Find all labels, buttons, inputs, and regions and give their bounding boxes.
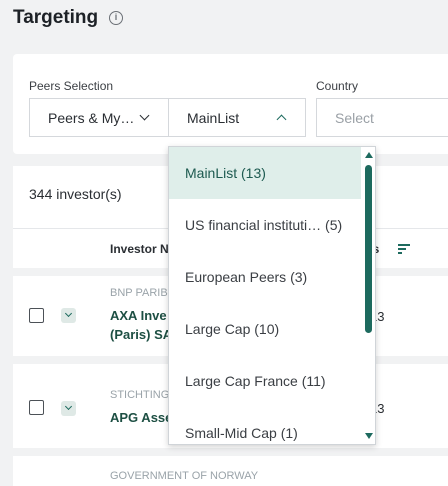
sort-icon[interactable] [398,244,410,254]
filter-panel: Peers Selection Peers & My… MainList Cou… [13,54,448,154]
investor-name-line: APG Asse [110,410,173,425]
page-title: Targeting [13,7,99,28]
row-checkbox[interactable] [29,308,44,323]
row-checkbox[interactable] [29,400,44,415]
chevron-down-icon [134,107,156,129]
parent-organization: BNP PARIB [110,287,168,299]
country-label: Country [316,79,359,93]
page-header: Targeting i [0,0,448,40]
country-select[interactable]: Select [316,98,448,137]
investor-count: 344 investor(s) [29,186,122,202]
peers-selection-value: Peers & My… [48,109,134,126]
parent-organization: GOVERNMENT OF NORWAY [110,470,259,482]
menu-item-large-cap[interactable]: Large Cap (10) [169,303,361,355]
investor-name-link[interactable]: AXA Inve (Paris) SA [110,306,172,344]
menu-scrollbar[interactable] [363,147,375,444]
country-placeholder: Select [335,109,374,126]
menu-item-us-financial[interactable]: US financial instituti… (5) [169,199,361,251]
parent-organization: STICHTING [110,389,170,401]
expand-chevron-icon[interactable] [61,401,76,416]
investor-name-line: (Paris) SA [110,327,173,342]
menu-item-large-cap-france[interactable]: Large Cap France (11) [169,355,361,407]
list-selection-value: MainList [187,109,240,126]
peers-selection-label: Peers Selection [29,79,114,93]
info-icon[interactable]: i [109,11,123,25]
scrollbar-thumb[interactable] [365,165,372,333]
list-selection-menu: MainList (13) US financial instituti… (5… [168,146,376,445]
investor-name-line: AXA Inve [110,308,167,323]
investor-name-link[interactable]: APG Asse [110,408,172,427]
expand-chevron-icon[interactable] [61,308,76,323]
menu-item-european-peers[interactable]: European Peers (3) [169,251,361,303]
column-header-investor[interactable]: Investor N [110,242,169,256]
peers-selection-dropdown[interactable]: Peers & My… [29,98,169,137]
list-selection-dropdown[interactable]: MainList [168,98,306,137]
scroll-down-arrow-icon[interactable] [365,433,373,439]
scroll-up-arrow-icon[interactable] [365,152,373,158]
menu-item-small-mid-cap[interactable]: Small-Mid Cap (1) [169,407,361,444]
menu-item-mainlist[interactable]: MainList (13) [169,147,361,199]
chevron-up-icon [271,107,293,129]
table-row[interactable]: GOVERNMENT OF NORWAY [13,456,448,486]
